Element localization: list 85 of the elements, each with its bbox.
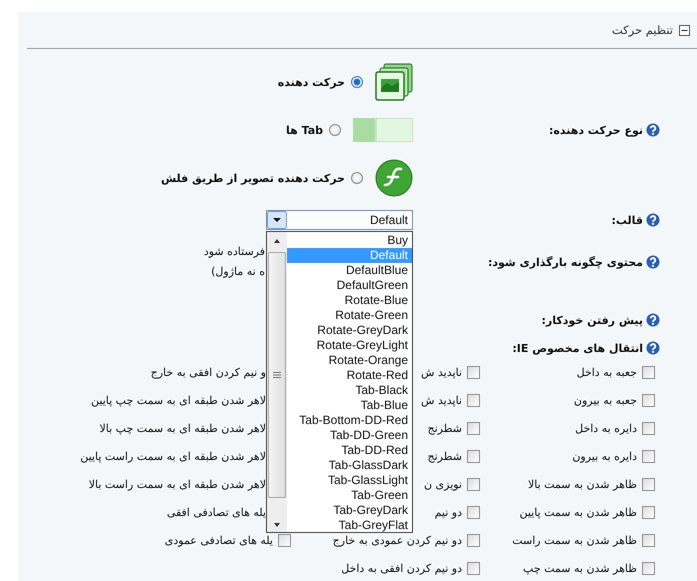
checkbox-label: شطرنج bbox=[428, 450, 462, 462]
help-icon[interactable] bbox=[646, 341, 660, 355]
scroll-thumb[interactable] bbox=[268, 252, 286, 498]
help-icon[interactable] bbox=[646, 213, 660, 227]
dropdown-option[interactable]: Tab-GreyFlat bbox=[287, 518, 412, 533]
checkbox[interactable] bbox=[467, 394, 480, 406]
checkbox[interactable] bbox=[642, 450, 655, 462]
field-label: پیش رفتن خودکار: bbox=[542, 314, 643, 326]
radio-button[interactable] bbox=[329, 124, 341, 136]
checkbox-label: لاهر شدن طبقه ای به سمت چپ بالا bbox=[99, 422, 266, 434]
option-label: حرکت دهنده bbox=[278, 76, 345, 88]
help-icon[interactable] bbox=[646, 123, 660, 137]
checkbox-label: دو نیم کردن افقی به داخل bbox=[341, 562, 462, 574]
dropdown-option[interactable]: Tab-Black bbox=[287, 383, 412, 398]
field-label: انتقال های مخصوص IE: bbox=[512, 342, 643, 354]
radio-button[interactable] bbox=[351, 76, 363, 88]
checkbox[interactable] bbox=[467, 534, 480, 546]
option-label: حرکت دهنده تصویر از طریق فلش bbox=[160, 172, 345, 184]
section-title: تنظیم حرکت bbox=[612, 23, 673, 37]
checkbox-label: ظاهر شدن به سمت پایین bbox=[519, 506, 637, 518]
swirl-icon bbox=[375, 159, 413, 197]
checkbox-label: یله های تصادفی عمودی bbox=[164, 534, 273, 546]
scrollbar[interactable] bbox=[267, 232, 287, 532]
field-label: محتوی چگونه بارگذاری شود: bbox=[488, 256, 643, 268]
checkbox[interactable] bbox=[467, 366, 480, 378]
checkbox-label: لاهر شدن طبقه ای به سمت چپ پایین bbox=[91, 394, 266, 406]
help-icon[interactable] bbox=[646, 255, 660, 269]
checkbox-label: جعبه به داخل bbox=[576, 366, 637, 378]
checkbox[interactable] bbox=[642, 422, 655, 434]
checkbox-label: شطرنج bbox=[428, 422, 462, 434]
collapse-icon[interactable] bbox=[679, 24, 690, 36]
dropdown-option[interactable]: Rotate-GreyDark bbox=[287, 323, 412, 338]
checkbox[interactable] bbox=[467, 422, 480, 434]
option-text: فرستاده شود bbox=[204, 244, 265, 260]
dropdown-option[interactable]: DefaultGreen bbox=[287, 278, 412, 293]
dropdown-option[interactable]: Tab-Blue bbox=[287, 398, 412, 413]
dropdown-option[interactable]: Tab-Bottom-DD-Red bbox=[287, 413, 412, 428]
help-icon[interactable] bbox=[646, 313, 660, 327]
checkbox-label: دو نیم bbox=[434, 506, 462, 518]
field-label: نوع حرکت دهنده: bbox=[548, 124, 643, 136]
checkbox-label: ظاهر شدن به سمت چپ bbox=[523, 562, 637, 574]
checkbox-label: ظاهر شدن به سمت بالا bbox=[528, 478, 637, 490]
checkbox[interactable] bbox=[467, 562, 480, 574]
checkbox-label: دایره به داخل bbox=[575, 422, 637, 434]
dropdown-option[interactable]: Tab-GlassDark bbox=[287, 458, 412, 473]
dropdown-option[interactable]: Rotate-Green bbox=[287, 308, 412, 323]
checkbox-label: ناپدید ش bbox=[420, 366, 462, 378]
checkbox[interactable] bbox=[642, 562, 655, 574]
tabs-icon bbox=[353, 118, 413, 142]
checkbox-label: دایره به بیرون bbox=[572, 450, 637, 462]
checkbox-label: ظاهر شدن به سمت راست bbox=[512, 534, 637, 546]
option-text: ه نه ماژول) bbox=[210, 264, 265, 280]
checkbox[interactable] bbox=[642, 394, 655, 406]
checkbox[interactable] bbox=[467, 478, 480, 490]
checkbox[interactable] bbox=[642, 506, 655, 518]
dropdown-option[interactable]: Buy bbox=[287, 233, 412, 248]
option-label: Tab ها bbox=[286, 124, 323, 136]
dropdown-option[interactable]: DefaultBlue bbox=[287, 263, 412, 278]
dropdown-option[interactable]: Rotate-GreyLight bbox=[287, 338, 412, 353]
checkbox[interactable] bbox=[467, 506, 480, 518]
dropdown-option[interactable]: Rotate-Red bbox=[287, 368, 412, 383]
checkbox-label: دو نیم کردن عمودی به خارج bbox=[332, 534, 462, 546]
dropdown-option[interactable]: Rotate-Blue bbox=[287, 293, 412, 308]
template-select[interactable]: Default bbox=[266, 210, 413, 230]
checkbox[interactable] bbox=[278, 534, 291, 546]
checkbox[interactable] bbox=[467, 450, 480, 462]
checkbox[interactable] bbox=[642, 478, 655, 490]
checkbox[interactable] bbox=[642, 366, 655, 378]
radio-button[interactable] bbox=[351, 172, 363, 184]
checkbox-label: و نیم کردن افقی به خارج bbox=[150, 366, 266, 378]
field-label: قالب: bbox=[611, 214, 643, 226]
checkbox-label: لاهر شدن طبقه ای به سمت راست پایین bbox=[80, 450, 266, 462]
checkbox-label: ناپدید ش bbox=[420, 394, 462, 406]
dropdown-option[interactable]: Tab-Green bbox=[287, 488, 412, 503]
dropdown-option[interactable]: Rotate-Orange bbox=[287, 353, 412, 368]
checkbox-label: جعبه به بیرون bbox=[574, 394, 637, 406]
dropdown-option[interactable]: Tab-GreyDark bbox=[287, 503, 412, 518]
dropdown-option[interactable]: Tab-GlassLight bbox=[287, 473, 412, 488]
dropdown-option[interactable]: Tab-DD-Red bbox=[287, 443, 412, 458]
checkbox-label: نویزی ن bbox=[424, 478, 462, 490]
checkbox[interactable] bbox=[642, 534, 655, 546]
slides-icon bbox=[375, 63, 413, 101]
checkbox-label: یله های تصادفی افقی bbox=[166, 506, 266, 518]
dropdown-option[interactable]: Tab-DD-Green bbox=[287, 428, 412, 443]
checkbox-label: لاهر شدن طبقه ای به سمت راست بالا bbox=[88, 478, 266, 490]
